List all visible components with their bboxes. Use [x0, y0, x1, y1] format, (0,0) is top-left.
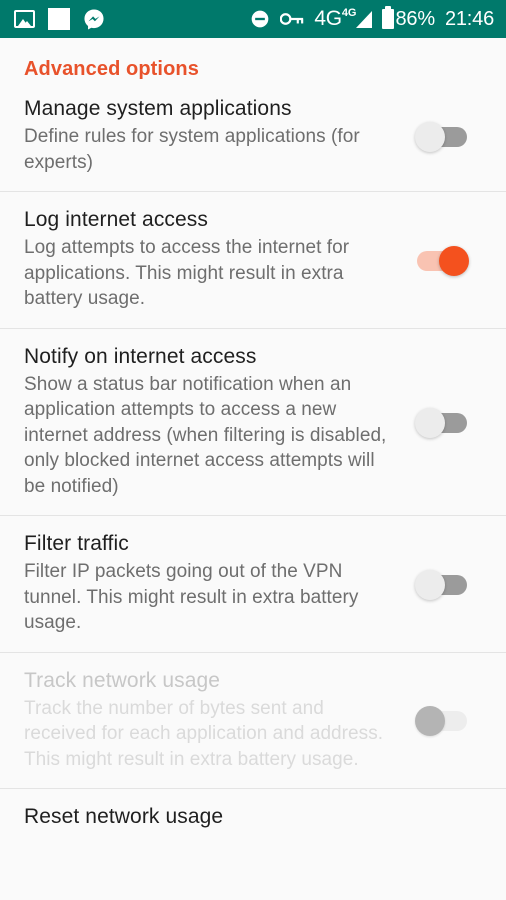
switch-thumb: [415, 122, 445, 152]
switch-thumb: [415, 569, 445, 600]
switch-manage-system-applications[interactable]: [415, 122, 469, 152]
pref-title: Manage system applications: [24, 97, 292, 120]
pref-summary: Define rules for system applications (fo…: [24, 126, 360, 173]
signal-bars-icon: [355, 11, 372, 28]
switch-notify-on-internet-access[interactable]: [415, 407, 469, 438]
pref-text: Log internet access Log attempts to acce…: [24, 206, 402, 312]
pref-summary: Show a status bar notification when an a…: [24, 373, 387, 497]
status-bar-right-icons: 4G 4G 86% 21:46: [250, 6, 494, 30]
pref-item-track-network-usage: Track network usage Track the number of …: [0, 651, 506, 788]
toggle-cell: [402, 404, 482, 438]
switch-filter-traffic[interactable]: [415, 569, 469, 600]
pref-summary: Log attempts to access the internet for …: [24, 237, 350, 309]
toggle-cell: [402, 815, 482, 819]
pref-item-manage-system-applications[interactable]: Manage system applications Define rules …: [0, 95, 506, 191]
signal-indicator: 4G 4G: [314, 7, 372, 30]
vpn-key-icon: [280, 13, 304, 25]
settings-list: Advanced options Manage system applicati…: [0, 38, 506, 846]
pref-title: Notify on internet access: [24, 344, 257, 368]
toggle-cell: [402, 242, 482, 276]
status-bar: 4G 4G 86% 21:46: [0, 0, 506, 38]
photo-icon: [14, 10, 35, 28]
pref-text: Manage system applications Define rules …: [24, 95, 402, 175]
pref-title: Filter traffic: [24, 532, 129, 555]
pref-title: Track network usage: [24, 668, 221, 692]
switch-thumb: [415, 706, 445, 737]
pref-text: Track network usage Track the number of …: [24, 667, 402, 773]
pref-text: Reset network usage: [24, 803, 402, 830]
network-type-superscript: 4G: [341, 7, 357, 19]
do-not-disturb-icon: [252, 10, 269, 28]
messenger-icon: [84, 9, 104, 30]
pref-title: Reset network usage: [24, 805, 224, 828]
battery-icon: [381, 6, 394, 29]
battery-percent-label: 86%: [395, 8, 436, 30]
pref-text: Filter traffic Filter IP packets going o…: [24, 530, 402, 636]
pref-item-reset-network-usage[interactable]: Reset network usage: [0, 788, 506, 846]
network-type-label: 4G: [314, 7, 342, 30]
blank-square-icon: [48, 8, 70, 30]
toggle-cell: [402, 118, 482, 152]
switch-track-network-usage: [415, 706, 469, 737]
pref-summary: Filter IP packets going out of the VPN t…: [24, 561, 359, 633]
pref-item-notify-on-internet-access[interactable]: Notify on internet access Show a status …: [0, 327, 506, 515]
clock-label: 21:46: [444, 8, 494, 30]
pref-summary: Track the number of bytes sent and recei…: [24, 697, 384, 770]
switch-thumb: [439, 245, 469, 276]
switch-log-internet-access[interactable]: [415, 245, 469, 276]
toggle-cell: [402, 566, 482, 600]
status-bar-left-icons: [14, 8, 105, 30]
pref-item-filter-traffic[interactable]: Filter traffic Filter IP packets going o…: [0, 515, 506, 652]
battery-indicator: 86%: [381, 6, 436, 30]
switch-thumb: [415, 407, 445, 438]
section-header-advanced-options: Advanced options: [24, 58, 199, 80]
pref-text: Notify on internet access Show a status …: [24, 343, 402, 500]
toggle-cell: [402, 702, 482, 737]
pref-title: Log internet access: [24, 208, 209, 231]
pref-item-log-internet-access[interactable]: Log internet access Log attempts to acce…: [0, 191, 506, 328]
